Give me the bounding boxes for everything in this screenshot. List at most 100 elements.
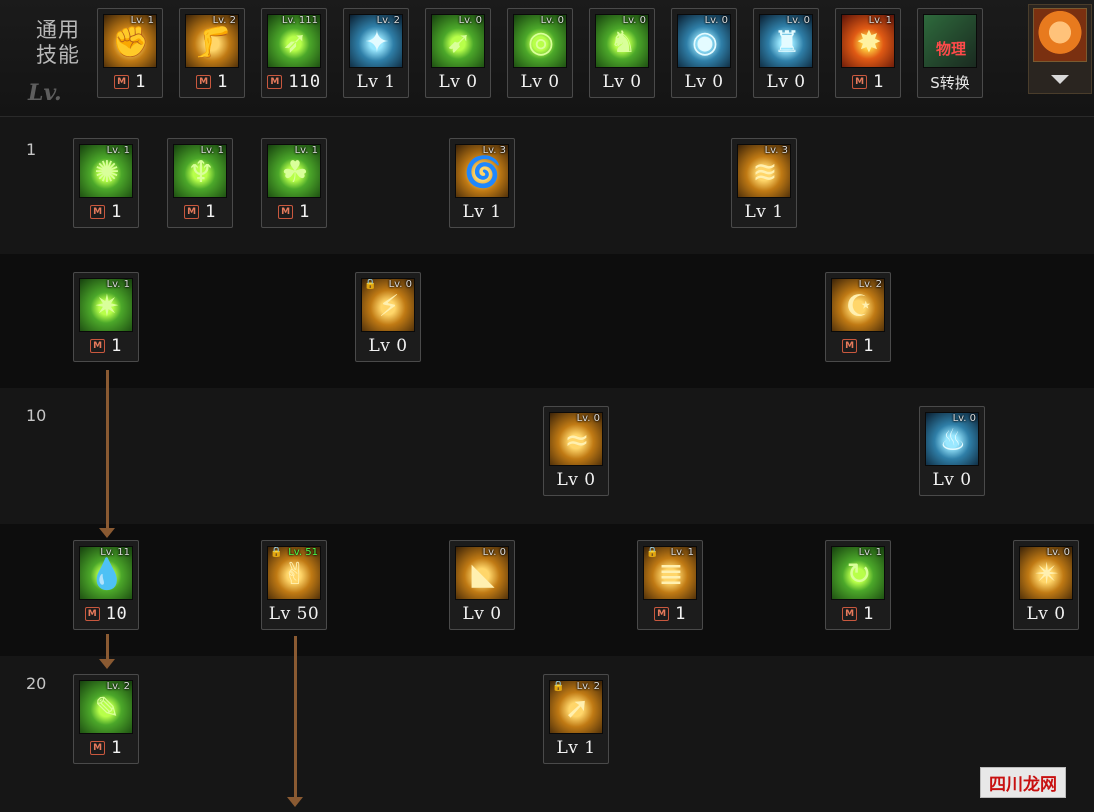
skill-value: Lv 50 <box>268 604 320 624</box>
row-level-20: 20 <box>26 674 47 693</box>
skill-value: 1 <box>863 604 874 624</box>
skill-level-tag: Lv. 0 <box>576 413 600 424</box>
skill-icon[interactable]: ✊ Lv. 1 <box>103 14 157 68</box>
master-badge-icon: M <box>267 75 283 89</box>
skill-icon[interactable]: ♞ Lv. 0 <box>595 14 649 68</box>
skill-icon[interactable]: ✎ Lv. 2 <box>79 680 133 734</box>
skill-slot-r1d[interactable]: 🌀 Lv. 3 Lv 1 <box>449 138 515 228</box>
skill-slot-c2[interactable]: 🦵 Lv. 2M1 <box>179 8 245 98</box>
skill-icon[interactable]: ☘ Lv. 1 <box>267 144 321 198</box>
skill-icon[interactable]: 🌀 Lv. 3 <box>455 144 509 198</box>
skill-icon[interactable]: ♜ Lv. 0 <box>759 14 813 68</box>
master-badge-icon: M <box>90 741 106 755</box>
skill-level-tag: Lv. 1 <box>858 547 882 558</box>
skill-emblem-icon: 🦵 <box>194 25 232 60</box>
skill-slot-r1a[interactable]: ✺ Lv. 1M1 <box>73 138 139 228</box>
skill-icon[interactable]: ✌ Lv. 51 🔒 <box>267 546 321 600</box>
skill-slot-c11[interactable]: 物理 S转换 <box>917 8 983 98</box>
skill-slot-r1c[interactable]: ☘ Lv. 1M1 <box>261 138 327 228</box>
skill-slot-r1e[interactable]: ≋ Lv. 3 Lv 1 <box>731 138 797 228</box>
skill-icon[interactable]: ♨ Lv. 0 <box>925 412 979 466</box>
master-badge-icon: M <box>84 607 100 621</box>
skill-icon[interactable]: ♆ Lv. 1 <box>173 144 227 198</box>
skill-value-row: M1 <box>185 70 239 94</box>
skill-level-tag: Lv. 0 <box>952 413 976 424</box>
skill-emblem-icon: ◎ <box>527 25 555 60</box>
skill-icon[interactable]: ◎ Lv. 0 <box>513 14 567 68</box>
skill-icon[interactable]: 💧 Lv. 11 <box>79 546 133 600</box>
skill-emblem-icon: ♆ <box>187 155 215 190</box>
skill-icon[interactable]: ➚ Lv. 2 🔒 <box>549 680 603 734</box>
skill-slot-r4a[interactable]: 💧 Lv. 11 M 10 <box>73 540 139 630</box>
skill-value-row: Lv 0 <box>759 70 813 94</box>
skill-value-row: M 110 <box>267 70 321 94</box>
skill-icon[interactable]: ✴ Lv. 0 <box>1019 546 1073 600</box>
skill-slot-c9[interactable]: ♜ Lv. 0 Lv 0 <box>753 8 819 98</box>
skill-slot-r2c[interactable]: ☪ Lv. 2M1 <box>825 272 891 362</box>
skill-value: 1 <box>135 72 146 92</box>
skill-icon[interactable]: ☪ Lv. 2 <box>831 278 885 332</box>
skill-icon[interactable]: ↻ Lv. 1 <box>831 546 885 600</box>
skill-slot-c5[interactable]: ➹ Lv. 0 Lv 0 <box>425 8 491 98</box>
skill-slot-c4[interactable]: ✦ Lv. 2 Lv 1 <box>343 8 409 98</box>
skill-slot-r5b[interactable]: ➚ Lv. 2 🔒 Lv 1 <box>543 674 609 764</box>
skill-value-row: Lv 1 <box>455 200 509 224</box>
skill-icon[interactable]: ≋ Lv. 3 <box>737 144 791 198</box>
skill-emblem-icon: ⚡ <box>378 289 400 324</box>
skill-value-row: M1 <box>173 200 227 224</box>
skill-slot-r4e[interactable]: ↻ Lv. 1M1 <box>825 540 891 630</box>
skill-value-row: M1 <box>79 736 133 760</box>
skill-value: Lv 0 <box>684 72 724 92</box>
skill-slot-r4c[interactable]: ◣ Lv. 0 Lv 0 <box>449 540 515 630</box>
skill-emblem-icon: ➚ <box>564 691 590 726</box>
dropdown-arrow-icon[interactable] <box>1051 75 1069 84</box>
skill-icon[interactable]: ➹ Lv. 0 <box>431 14 485 68</box>
skill-icon[interactable]: ◣ Lv. 0 <box>455 546 509 600</box>
skill-slot-r3a[interactable]: ≈ Lv. 0 Lv 0 <box>543 406 609 496</box>
skill-icon[interactable]: ✷ Lv. 1 <box>79 278 133 332</box>
skill-switch-label: S转换 <box>930 73 970 92</box>
skill-icon[interactable]: ➶ Lv. 111 <box>267 14 321 68</box>
lock-icon: 🔒 <box>552 681 565 692</box>
skill-level-tag: Lv. 3 <box>482 145 506 156</box>
skill-value: Lv 1 <box>462 202 502 222</box>
skill-slot-r4f[interactable]: ✴ Lv. 0 Lv 0 <box>1013 540 1079 630</box>
lock-icon: 🔒 <box>646 547 659 558</box>
skill-icon[interactable]: ✦ Lv. 2 <box>349 14 403 68</box>
skill-slot-r3b[interactable]: ♨ Lv. 0 Lv 0 <box>919 406 985 496</box>
skill-icon[interactable]: ≈ Lv. 0 <box>549 412 603 466</box>
skill-slot-c10[interactable]: ✸ Lv. 1M1 <box>835 8 901 98</box>
skill-value-row: M1 <box>643 602 697 626</box>
skill-value: 1 <box>675 604 686 624</box>
skill-slot-r4d[interactable]: ≣ Lv. 1 🔒 M 1 <box>637 540 703 630</box>
prereq-connector <box>294 636 297 800</box>
skill-slot-r4b[interactable]: ✌ Lv. 51 🔒 Lv 50 <box>261 540 327 630</box>
skill-icon[interactable]: ✺ Lv. 1 <box>79 144 133 198</box>
skill-value: 1 <box>111 336 122 356</box>
skill-icon[interactable]: ✸ Lv. 1 <box>841 14 895 68</box>
master-badge-icon: M <box>90 205 106 219</box>
skill-level-tag: Lv. 0 <box>482 547 506 558</box>
skill-slot-r2a[interactable]: ✷ Lv. 1M1 <box>73 272 139 362</box>
character-portrait <box>1033 8 1087 62</box>
skill-slot-r5a[interactable]: ✎ Lv. 2M1 <box>73 674 139 764</box>
skill-icon[interactable]: 物理 <box>923 14 977 68</box>
skill-slot-r2b[interactable]: ⚡ Lv. 0 🔒 Lv 0 <box>355 272 421 362</box>
skill-slot-c1[interactable]: ✊ Lv. 1M1 <box>97 8 163 98</box>
skill-slot-c8[interactable]: ◉ Lv. 0 Lv 0 <box>671 8 737 98</box>
skill-slot-c7[interactable]: ♞ Lv. 0 Lv 0 <box>589 8 655 98</box>
skill-slot-c3[interactable]: ➶ Lv. 111 M 110 <box>261 8 327 98</box>
skill-level-tag: Lv. 1 <box>106 145 130 156</box>
skill-icon[interactable]: ◉ Lv. 0 <box>677 14 731 68</box>
character-selector[interactable] <box>1028 4 1092 94</box>
skill-value: Lv 0 <box>602 72 642 92</box>
master-badge-icon: M <box>196 75 212 89</box>
skill-icon[interactable]: 🦵 Lv. 2 <box>185 14 239 68</box>
skill-value: Lv 0 <box>1026 604 1066 624</box>
skill-value-row: Lv 0 <box>361 334 415 358</box>
skill-value: 1 <box>873 72 884 92</box>
skill-icon[interactable]: ≣ Lv. 1 🔒 <box>643 546 697 600</box>
skill-icon[interactable]: ⚡ Lv. 0 🔒 <box>361 278 415 332</box>
skill-slot-c6[interactable]: ◎ Lv. 0 Lv 0 <box>507 8 573 98</box>
skill-slot-r1b[interactable]: ♆ Lv. 1M1 <box>167 138 233 228</box>
